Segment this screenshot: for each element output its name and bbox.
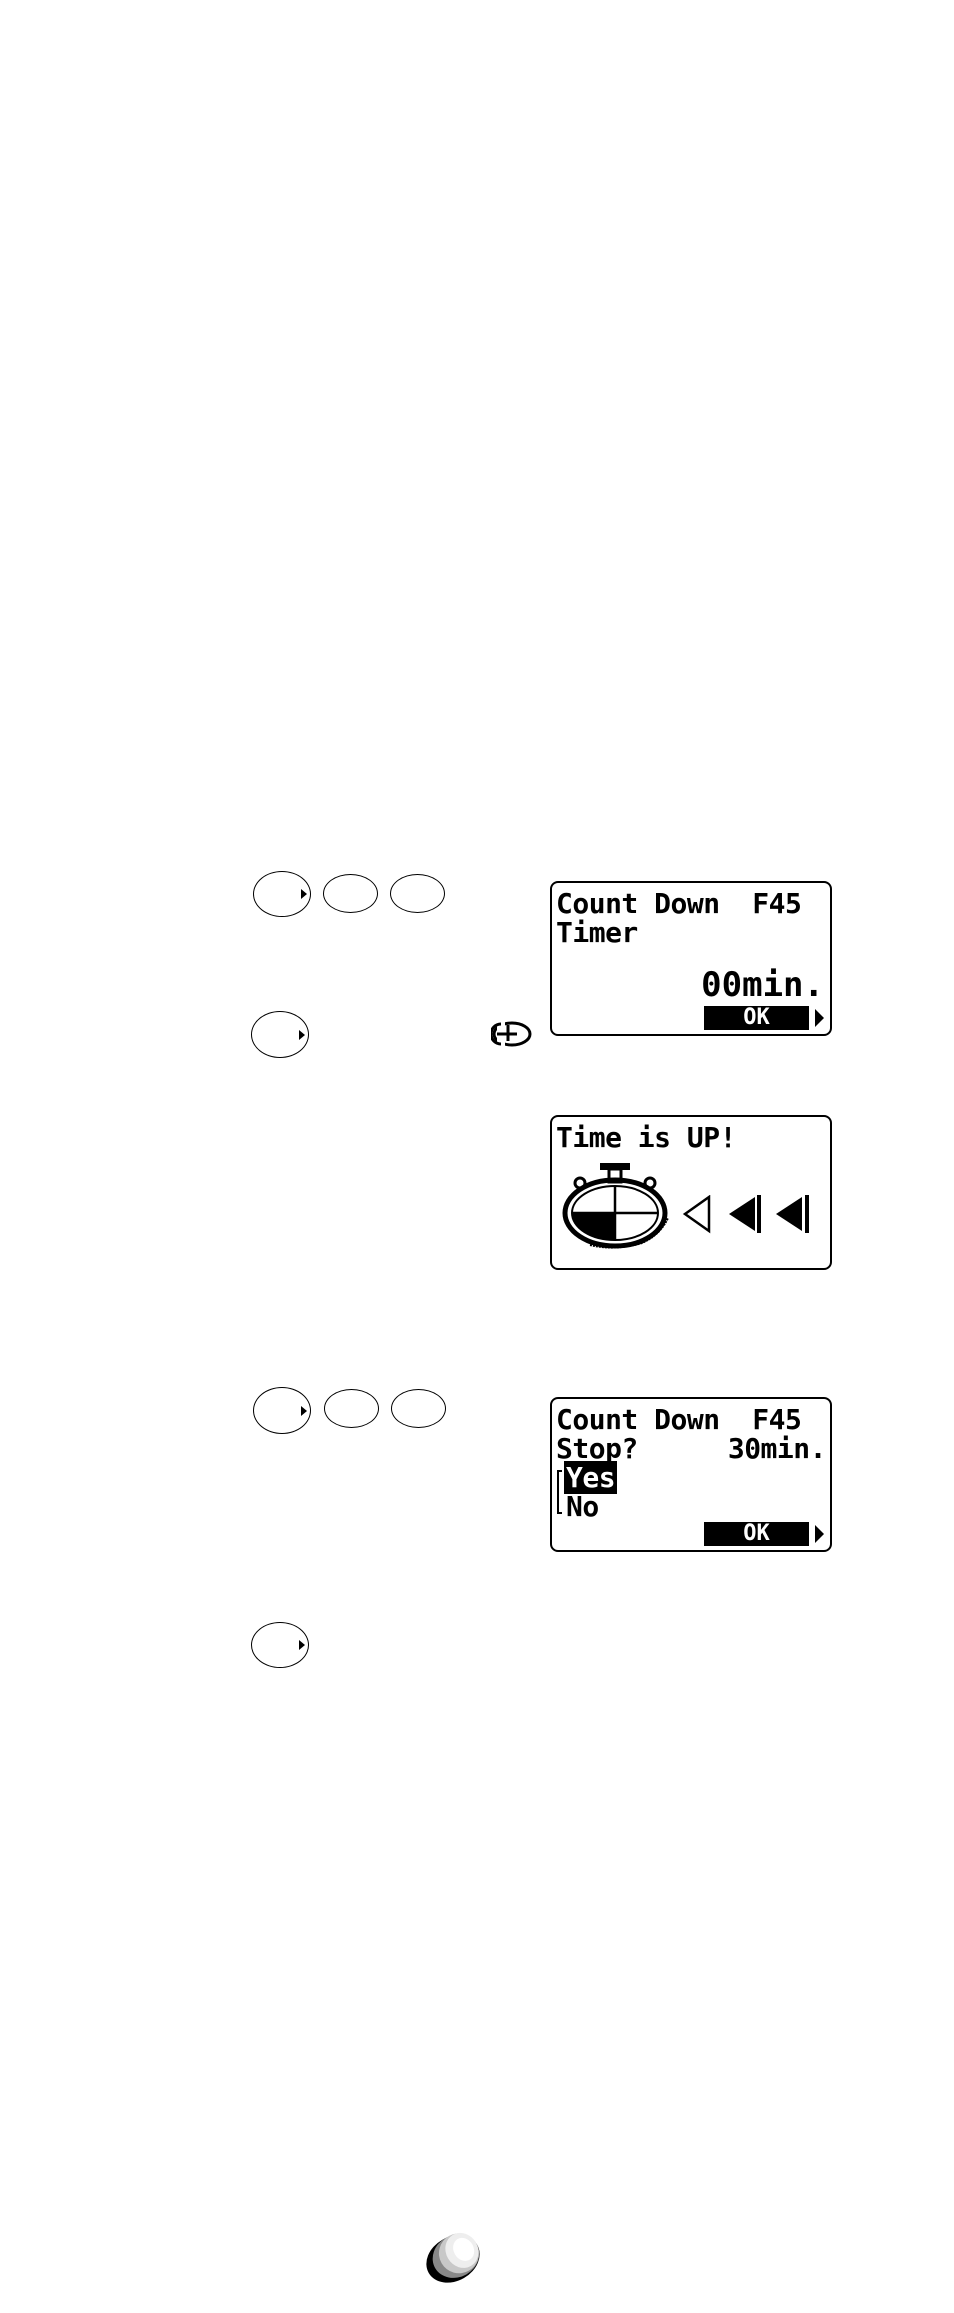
timer-value: 00min.: [701, 965, 824, 1005]
option-yes[interactable]: Yes: [564, 1461, 618, 1494]
alarm-arrows-icon: [682, 1195, 809, 1234]
key-3[interactable]: [391, 1389, 446, 1428]
key-1-arrow[interactable]: [253, 871, 311, 917]
time-up-message: Time is UP!: [556, 1121, 736, 1154]
arrow-right-icon: [301, 1405, 307, 1416]
lcd-screen-time-up: Time is UP!: [550, 1115, 832, 1270]
option-no[interactable]: No: [566, 1492, 599, 1521]
function-code: F45: [752, 887, 802, 920]
arrow-right-icon: [299, 1640, 305, 1650]
lcd-screen-stop: Count Down F45 Stop? 30min. Yes No OK: [550, 1397, 832, 1552]
ok-softkey[interactable]: OK: [704, 1522, 809, 1546]
stopwatch-icon: [562, 1163, 669, 1249]
key-3[interactable]: [390, 874, 445, 913]
key-2[interactable]: [324, 1389, 379, 1428]
arrow-right-icon: [299, 1029, 305, 1040]
key-2[interactable]: [323, 874, 378, 913]
option-bracket: [557, 1470, 562, 1514]
arrow-right-icon: [815, 1009, 824, 1027]
arrow-right-icon: [815, 1525, 824, 1543]
screen-line2: Timer: [556, 916, 638, 949]
stop-value: 30min.: [727, 1432, 827, 1465]
key-ok-arrow[interactable]: [251, 1011, 309, 1058]
timer-icon: [491, 1021, 532, 1047]
lcd-screen-timer: Count Down F45 Timer 00min. OK: [550, 881, 832, 1036]
ok-softkey[interactable]: OK: [704, 1006, 809, 1030]
sphere-logo-icon: [426, 2232, 480, 2283]
key-ok-arrow[interactable]: [251, 1622, 309, 1668]
stop-question: Stop?: [556, 1432, 638, 1465]
key-1-arrow[interactable]: [253, 1387, 311, 1434]
arrow-right-icon: [301, 889, 307, 899]
